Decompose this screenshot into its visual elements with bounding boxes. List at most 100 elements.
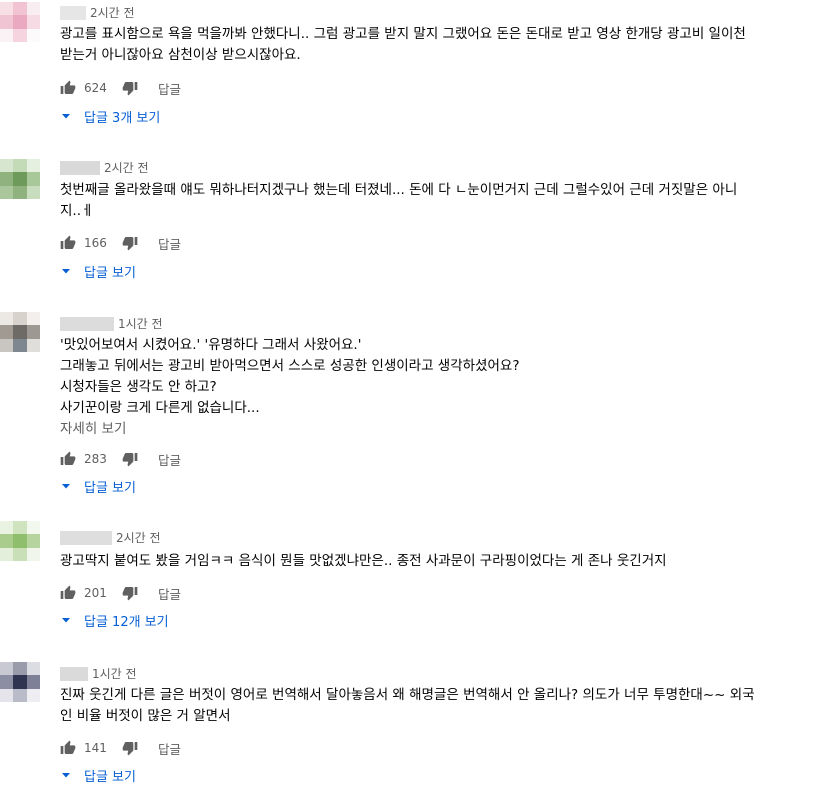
avatar-pixel <box>0 2 14 16</box>
thumbs-down-icon[interactable] <box>122 585 138 601</box>
avatar-pixel <box>26 185 40 199</box>
avatar-pixel <box>26 312 40 326</box>
comment-text: 진짜 웃긴게 다른 글은 버젓이 영어로 번역해서 달아놓음서 왜 해명글은 번… <box>60 685 820 727</box>
comment-timestamp[interactable]: 2시간 전 <box>90 6 135 20</box>
avatar[interactable] <box>0 2 40 42</box>
comment-line: 진짜 웃긴게 다른 글은 버젓이 영어로 번역해서 달아놓음서 왜 해명글은 번… <box>60 687 755 703</box>
avatar[interactable] <box>0 521 40 561</box>
comment-line: 지..ㅔ <box>60 203 94 219</box>
comment-text: 광고딱지 붙여도 봤을 거임ㅋㅋ 음식이 뭔들 맛없겠냐만은.. 종전 사과문이… <box>60 551 820 572</box>
avatar[interactable] <box>0 159 40 199</box>
comment-timestamp[interactable]: 2시간 전 <box>116 531 161 545</box>
author-name[interactable] <box>60 667 88 681</box>
avatar-pixel <box>26 2 40 16</box>
comment-actions: 624 답글 <box>60 78 181 98</box>
view-replies-button[interactable]: 답글 보기 <box>60 476 136 496</box>
view-replies-button[interactable]: 답글 보기 <box>60 765 136 785</box>
comment-text: '맛있어보여서 시켰어요.' '유명하다 그래서 사왔어요.' 그래놓고 뒤에서… <box>60 335 820 440</box>
avatar-pixel <box>26 675 40 689</box>
comment-text: 첫번째글 올라왔을때 얘도 뭐하나터지겠구나 했는데 터졌네... 돈에 다 ㄴ… <box>60 180 820 222</box>
caret-down-icon <box>60 614 72 626</box>
comment-line: 받는거 아니잖아요 삼천이상 받으시잖아요. <box>60 47 301 63</box>
reply-button[interactable]: 답글 <box>158 450 181 469</box>
comment-timestamp[interactable]: 1시간 전 <box>118 317 163 331</box>
thumbs-down-icon[interactable] <box>122 80 138 96</box>
comment-actions: 201 답글 <box>60 583 181 603</box>
avatar-pixel <box>0 172 14 186</box>
author-name[interactable] <box>60 531 112 545</box>
avatar-pixel <box>26 521 40 535</box>
avatar-pixel <box>13 185 27 199</box>
view-replies-button[interactable]: 답글 3개 보기 <box>60 106 160 126</box>
avatar-pixel <box>13 675 27 689</box>
view-replies-label: 답글 3개 보기 <box>84 110 161 126</box>
comment-line: 광고딱지 붙여도 봤을 거임ㅋㅋ 음식이 뭔들 맛없겠냐만은.. 종전 사과문이… <box>60 553 667 569</box>
avatar-pixel <box>13 547 27 561</box>
comment-line: 시청자들은 생각도 안 하고? <box>60 379 217 395</box>
avatar-pixel <box>13 521 27 535</box>
comment-line: 사기꾼이랑 크게 다른게 없습니다... <box>60 400 260 416</box>
avatar-pixel <box>0 312 14 326</box>
author-name[interactable] <box>60 317 114 331</box>
view-replies-button[interactable]: 답글 보기 <box>60 261 136 281</box>
reply-button[interactable]: 답글 <box>158 739 181 758</box>
comment-line: 첫번째글 올라왔을때 얘도 뭐하나터지겠구나 했는데 터졌네... 돈에 다 ㄴ… <box>60 182 738 198</box>
avatar-pixel <box>0 325 14 339</box>
avatar-pixel <box>13 2 27 16</box>
avatar-pixel <box>26 325 40 339</box>
thumbs-up-icon[interactable] <box>60 451 76 467</box>
view-replies-button[interactable]: 답글 12개 보기 <box>60 610 169 630</box>
view-replies-label: 답글 보기 <box>84 769 136 785</box>
view-replies-label: 답글 12개 보기 <box>84 614 169 630</box>
avatar-pixel <box>13 159 27 173</box>
comment-timestamp[interactable]: 2시간 전 <box>104 161 149 175</box>
avatar[interactable] <box>0 312 40 352</box>
avatar-pixel <box>26 338 40 352</box>
avatar-pixel <box>0 675 14 689</box>
comment-line: 인 비율 버젓이 많은 거 알면서 <box>60 708 231 724</box>
comment-line: '맛있어보여서 시켰어요.' '유명하다 그래서 사왔어요.' <box>60 337 362 353</box>
avatar-pixel <box>26 662 40 676</box>
avatar[interactable] <box>0 662 40 702</box>
read-more-link[interactable]: 자세히 보기 <box>60 419 820 440</box>
author-line: 2시간 전 <box>60 6 135 20</box>
comment-line: 그래놓고 뒤에서는 광고비 받아먹으면서 스스로 성공한 인생이라고 생각하셨어… <box>60 358 520 374</box>
avatar-pixel <box>0 662 14 676</box>
avatar-pixel <box>26 28 40 42</box>
avatar-pixel <box>13 172 27 186</box>
avatar-pixel <box>0 547 14 561</box>
avatar-pixel <box>26 688 40 702</box>
view-replies-label: 답글 보기 <box>84 480 136 496</box>
thumbs-up-icon[interactable] <box>60 235 76 251</box>
avatar-pixel <box>0 521 14 535</box>
reply-button[interactable]: 답글 <box>158 234 181 253</box>
avatar-pixel <box>13 688 27 702</box>
thumbs-down-icon[interactable] <box>122 235 138 251</box>
author-name[interactable] <box>60 161 100 175</box>
thumbs-up-icon[interactable] <box>60 740 76 756</box>
reply-button[interactable]: 답글 <box>158 79 181 98</box>
reply-button[interactable]: 답글 <box>158 584 181 603</box>
like-count: 201 <box>84 586 107 600</box>
avatar-pixel <box>13 662 27 676</box>
thumbs-down-icon[interactable] <box>122 740 138 756</box>
author-line: 2시간 전 <box>60 531 161 545</box>
thumbs-up-icon[interactable] <box>60 80 76 96</box>
avatar-pixel <box>0 688 14 702</box>
thumbs-up-icon[interactable] <box>60 585 76 601</box>
avatar-pixel <box>26 172 40 186</box>
avatar-pixel <box>0 185 14 199</box>
avatar-pixel <box>13 534 27 548</box>
comment-actions: 283 답글 <box>60 449 181 469</box>
comment-actions: 166 답글 <box>60 233 181 253</box>
comment-line: 광고를 표시함으로 욕을 먹을까봐 안했다니.. 그럼 광고를 받지 말지 그랬… <box>60 26 746 42</box>
avatar-pixel <box>0 28 14 42</box>
author-line: 1시간 전 <box>60 317 163 331</box>
thumbs-down-icon[interactable] <box>122 451 138 467</box>
avatar-pixel <box>13 325 27 339</box>
avatar-pixel <box>0 534 14 548</box>
comment-timestamp[interactable]: 1시간 전 <box>92 667 137 681</box>
caret-down-icon <box>60 110 72 122</box>
avatar-pixel <box>0 15 14 29</box>
author-name[interactable] <box>60 6 86 20</box>
